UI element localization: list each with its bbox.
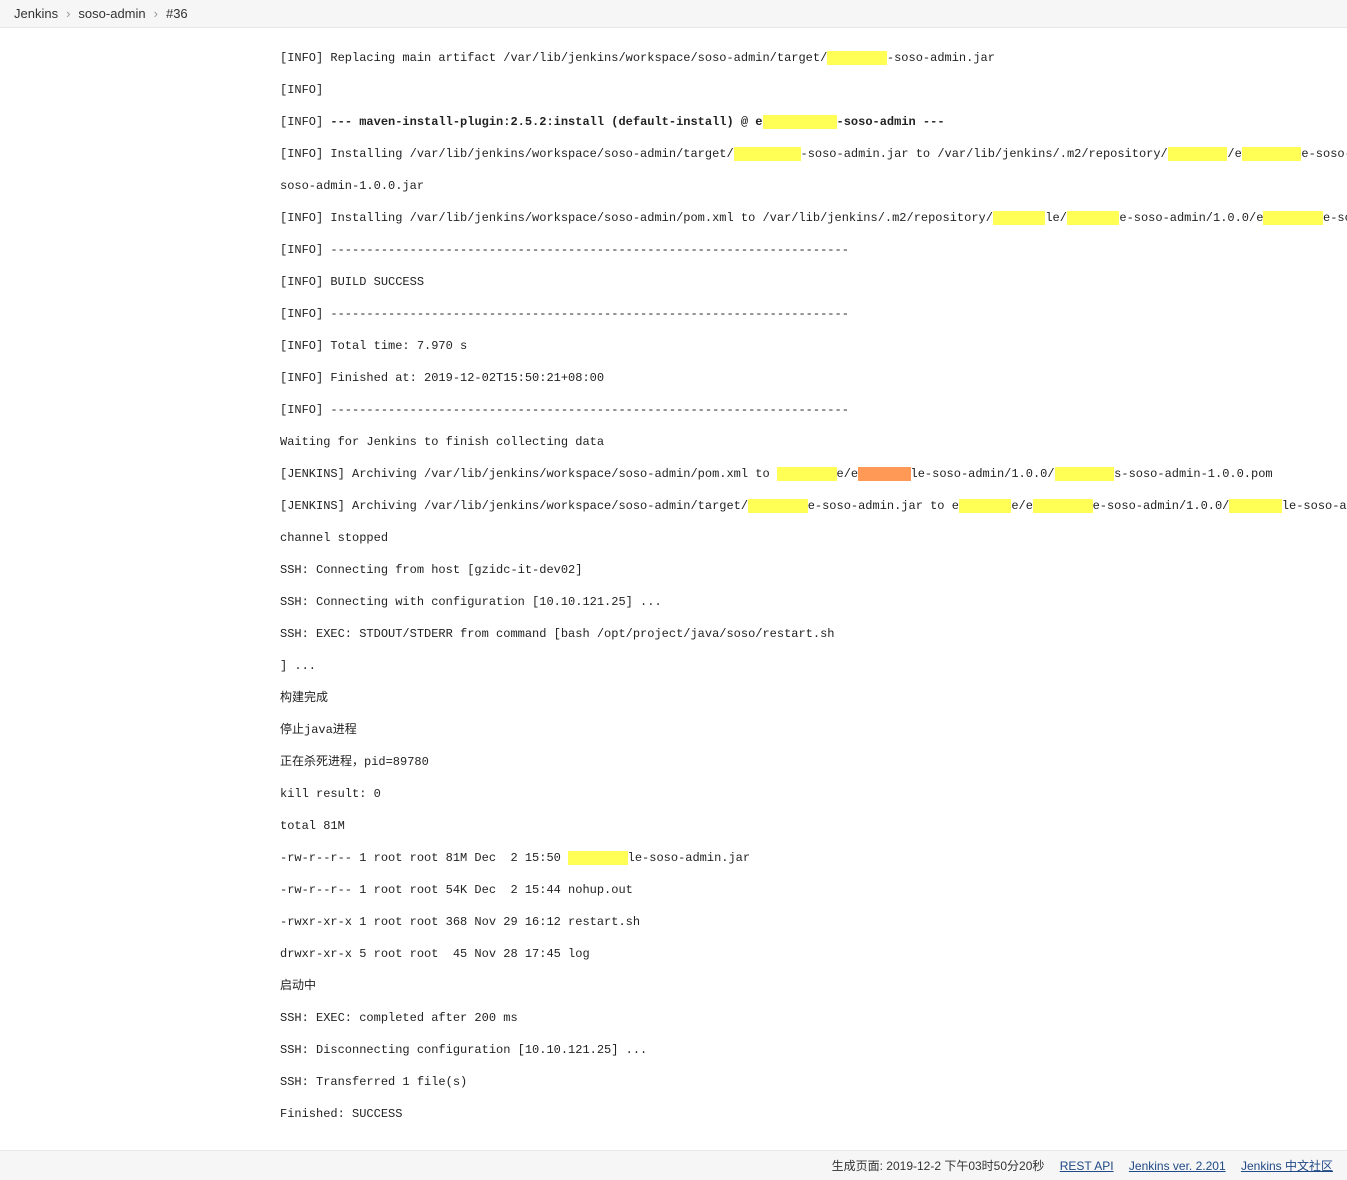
chevron-right-icon: › [154, 6, 158, 21]
redacted [1229, 499, 1281, 513]
log-text: SSH: EXEC: STDOUT/STDERR from command [b… [280, 626, 1347, 642]
log-text: SSH: Disconnecting configuration [10.10.… [280, 1042, 1347, 1058]
log-text: [JENKINS] Archiving /var/lib/jenkins/wor… [280, 499, 748, 513]
log-text: [INFO] Installing /var/lib/jenkins/works… [280, 147, 734, 161]
redacted [1067, 211, 1119, 225]
redacted [858, 467, 910, 481]
log-text: e/e [837, 467, 859, 481]
log-text: 启动中 [280, 978, 1347, 994]
log-text: e-soso-admin/1.0.0/e [1119, 211, 1263, 225]
generated-time: 生成页面: 2019-12-2 下午03时50分20秒 [832, 1159, 1045, 1173]
redacted [1263, 211, 1323, 225]
breadcrumb-item-project[interactable]: soso-admin [72, 4, 151, 23]
log-text: [JENKINS] Archiving /var/lib/jenkins/wor… [280, 467, 777, 481]
log-text: drwxr-xr-x 5 root root 45 Nov 28 17:45 l… [280, 946, 1347, 962]
log-text: --- maven-install-plugin:2.5.2:install (… [330, 115, 762, 129]
redacted [1168, 147, 1228, 161]
log-text: -rw-r--r-- 1 root root 81M Dec 2 15:50 [280, 851, 568, 865]
log-text: [INFO] ---------------------------------… [280, 306, 1347, 322]
log-text: total 81M [280, 818, 1347, 834]
log-text: SSH: Connecting with configuration [10.1… [280, 594, 1347, 610]
log-text: channel stopped [280, 530, 1347, 546]
log-text: 停止java进程 [280, 722, 1347, 738]
log-text: le/ [1045, 211, 1067, 225]
redacted [1033, 499, 1093, 513]
log-text: e-soso-admin-1.0.0.pom [1323, 211, 1347, 225]
log-text: /e [1227, 147, 1241, 161]
log-text: SSH: EXEC: completed after 200 ms [280, 1010, 1347, 1026]
log-text: [INFO] Total time: 7.970 s [280, 338, 1347, 354]
chevron-right-icon: › [66, 6, 70, 21]
log-text: [INFO] Finished at: 2019-12-02T15:50:21+… [280, 370, 1347, 386]
log-text: Finished: SUCCESS [280, 1106, 1347, 1122]
redacted [959, 499, 1011, 513]
breadcrumb: Jenkins › soso-admin › #36 [0, 0, 1347, 28]
log-text: [INFO] Replacing main artifact /var/lib/… [280, 51, 827, 65]
log-text: le-soso-admin/1.0.0/ [911, 467, 1055, 481]
log-text: [INFO] BUILD SUCCESS [280, 274, 1347, 290]
redacted [1242, 147, 1302, 161]
redacted [827, 51, 887, 65]
jenkins-community-link[interactable]: Jenkins 中文社区 [1241, 1159, 1333, 1173]
redacted [763, 115, 837, 129]
log-text: -rw-r--r-- 1 root root 54K Dec 2 15:44 n… [280, 882, 1347, 898]
log-text: SSH: Connecting from host [gzidc-it-dev0… [280, 562, 1347, 578]
log-text: [INFO] [280, 115, 330, 129]
log-text: e-soso-admin.jar to e [808, 499, 959, 513]
breadcrumb-item-build[interactable]: #36 [160, 4, 194, 23]
redacted [993, 211, 1045, 225]
log-text: [INFO] ---------------------------------… [280, 242, 1347, 258]
log-text: le-soso-admin-1.0.0.jar [1282, 499, 1347, 513]
log-text: le-soso-admin.jar [628, 851, 750, 865]
log-text: -rwxr-xr-x 1 root root 368 Nov 29 16:12 … [280, 914, 1347, 930]
log-text: 构建完成 [280, 690, 1347, 706]
redacted [1055, 467, 1115, 481]
jenkins-version-link[interactable]: Jenkins ver. 2.201 [1129, 1159, 1226, 1173]
log-text: Waiting for Jenkins to finish collecting… [280, 434, 1347, 450]
redacted [777, 467, 837, 481]
log-text: 正在杀死进程，pid=89780 [280, 754, 1347, 770]
log-text: ] ... [280, 658, 1347, 674]
log-text: -soso-admin.jar to /var/lib/jenkins/.m2/… [801, 147, 1168, 161]
log-text: s-soso-admin-1.0.0.pom [1114, 467, 1272, 481]
log-text: e-soso-admin/1.0.0/ [1093, 499, 1230, 513]
log-text: -soso-admin.jar [887, 51, 995, 65]
log-text: kill result: 0 [280, 786, 1347, 802]
rest-api-link[interactable]: REST API [1060, 1159, 1114, 1173]
log-text: -soso-admin --- [837, 115, 945, 129]
log-text: e/e [1011, 499, 1033, 513]
log-text: e-soso-admin/1.0.0/ [1301, 147, 1347, 161]
console-output: [INFO] Replacing main artifact /var/lib/… [0, 28, 1347, 1150]
log-text: soso-admin-1.0.0.jar [280, 178, 1347, 194]
breadcrumb-item-jenkins[interactable]: Jenkins [8, 4, 64, 23]
log-text: [INFO] [280, 82, 1347, 98]
redacted [748, 499, 808, 513]
log-text: SSH: Transferred 1 file(s) [280, 1074, 1347, 1090]
page-footer: 生成页面: 2019-12-2 下午03时50分20秒 REST API Jen… [0, 1150, 1347, 1180]
redacted [568, 851, 628, 865]
log-text: [INFO] ---------------------------------… [280, 402, 1347, 418]
redacted [734, 147, 801, 161]
log-text: [INFO] Installing /var/lib/jenkins/works… [280, 211, 993, 225]
